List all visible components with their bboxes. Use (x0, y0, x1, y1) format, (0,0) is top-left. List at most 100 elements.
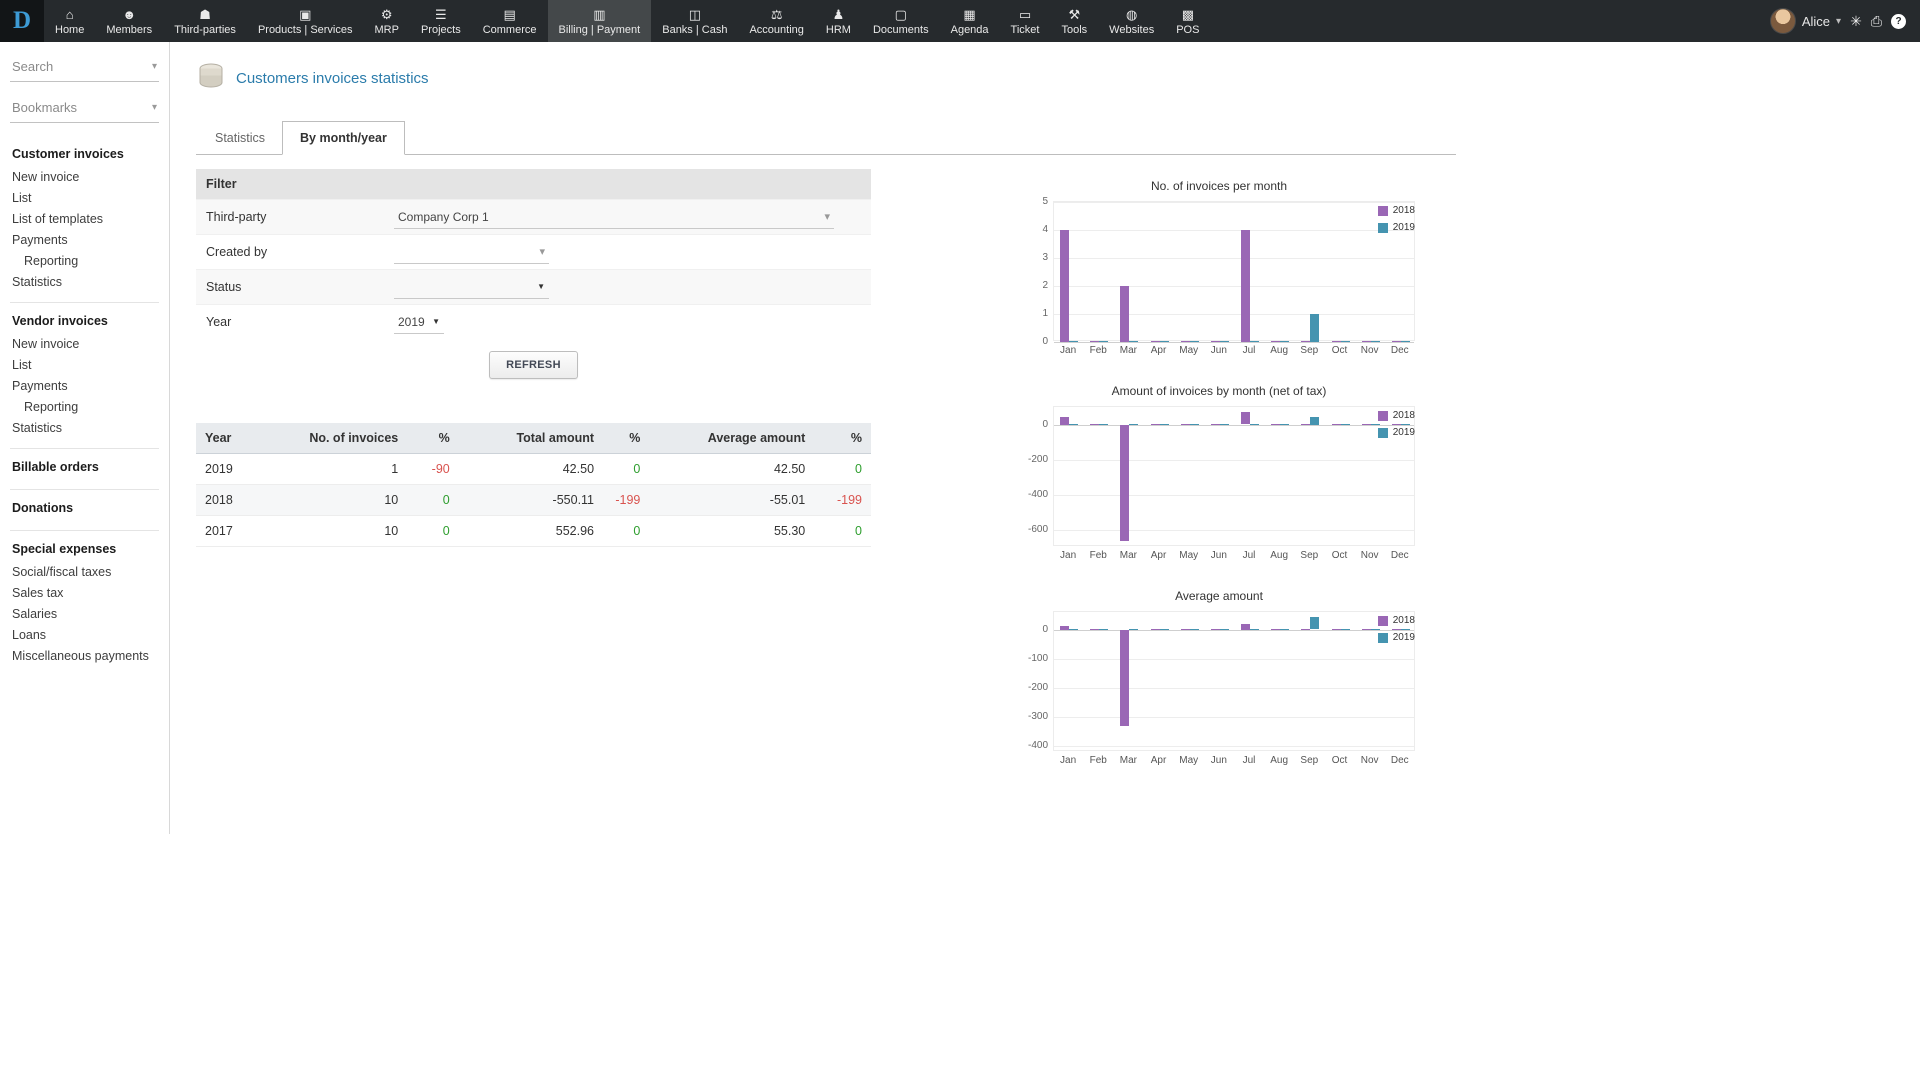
sidebar-item-reporting[interactable]: Reporting (10, 250, 159, 271)
tab-by-month-year[interactable]: By month/year (282, 121, 405, 155)
x-tick-label: Apr (1150, 345, 1167, 356)
bar-2018-jan (1060, 626, 1070, 630)
content-row: Filter Third-party Company Corp 1 ▾ Crea… (196, 169, 1920, 794)
cell-x-2017: 0 (603, 515, 650, 547)
created-by-select[interactable]: ▾ (394, 240, 549, 264)
sidebar-section-vendor-invoices: Vendor invoices New invoice List Payments Re… (10, 302, 159, 448)
gridline (1054, 230, 1414, 231)
left-column: Filter Third-party Company Corp 1 ▾ Crea… (196, 169, 871, 794)
column-header-pct-6[interactable]: % (814, 423, 871, 454)
sidebar-section-title-special-expenses[interactable]: Special expenses (10, 540, 159, 558)
sidebar-section-title-vendor-invoices[interactable]: Vendor invoices (10, 312, 159, 330)
cell-average-amount-2018: -55.01 (649, 484, 815, 516)
nav-item-tools[interactable]: ⚒ Tools (1050, 0, 1098, 42)
sidebar-item-new-invoice[interactable]: New invoice (10, 333, 159, 354)
third-party-select[interactable]: Company Corp 1 ▾ (394, 205, 834, 229)
dolibarr-logo[interactable]: D (0, 0, 44, 42)
bar-2018-aug (1271, 341, 1281, 342)
nav-item-members[interactable]: ☻ Members (95, 0, 163, 42)
bar-2019-jun (1219, 628, 1229, 630)
sidebar-item-new-invoice[interactable]: New invoice (10, 166, 159, 187)
y-tick-label: 0 (1042, 336, 1048, 347)
sidebar-item-statistics[interactable]: Statistics (10, 417, 159, 438)
legend-label: 2018 (1392, 205, 1415, 216)
select-caret-icon: ▼ (432, 317, 440, 326)
topbar: D ⌂ Home ☻ Members ☗ Third-parties ▣ Products |… (0, 0, 1920, 42)
column-header-no-of-invoices[interactable]: No. of invoices (268, 423, 408, 454)
sidebar-item-list-of-templates[interactable]: List of templates (10, 208, 159, 229)
column-header-pct-4[interactable]: % (603, 423, 650, 454)
nav-item-label: HRM (825, 23, 851, 36)
cell-year-2017: 2017 (196, 515, 269, 547)
bar-2018-may (1180, 341, 1190, 342)
legend-2018: 2018 (1377, 205, 1415, 216)
nav-item-commerce[interactable]: ▤ Commerce (472, 0, 548, 42)
bug-icon[interactable]: ✳ (1850, 13, 1862, 30)
members-icon: ☻ (122, 6, 137, 22)
gridline (1054, 202, 1414, 203)
nav-item-documents[interactable]: ▢ Documents (862, 0, 940, 42)
bookmarks-dropdown[interactable]: Bookmarks ▾ (10, 95, 159, 123)
page-title: Customers invoices statistics (236, 70, 429, 87)
sidebar-section-title-donations[interactable]: Donations (10, 499, 159, 517)
help-icon[interactable]: ? (1891, 13, 1906, 29)
sidebar-item-list[interactable]: List (10, 354, 159, 375)
sidebar-section-title-customer-invoices[interactable]: Customer invoices (10, 145, 159, 163)
nav-item-ticket[interactable]: ▭ Ticket (1000, 0, 1051, 42)
sidebar-item-salaries[interactable]: Salaries (10, 603, 159, 624)
nav-item-label: Accounting (749, 23, 804, 36)
search-dropdown[interactable]: Search ▾ (10, 54, 159, 82)
user-menu[interactable]: Alice ▾ (1769, 8, 1841, 34)
y-tick-label: 3 (1042, 252, 1048, 263)
nav-item-hrm[interactable]: ♟ HRM (815, 0, 862, 42)
nav-item-home[interactable]: ⌂ Home (44, 0, 95, 42)
cell-average-amount-2019: 42.50 (649, 453, 815, 485)
column-header-average-amount[interactable]: Average amount (649, 423, 815, 454)
column-header-total-amount[interactable]: Total amount (458, 423, 604, 454)
cell-total-amount-2017: 552.96 (458, 515, 604, 547)
column-header-pct-2[interactable]: % (407, 423, 459, 454)
nav-item-mrp[interactable]: ⚙ MRP (364, 0, 410, 42)
bar-2019-jul (1250, 423, 1260, 425)
column-header-year[interactable]: Year (196, 423, 269, 454)
x-tick-label: Feb (1089, 755, 1107, 766)
tools-icon: ⚒ (1068, 6, 1081, 22)
sidebar-item-payments[interactable]: Payments (10, 229, 159, 250)
bar-2018-oct (1331, 341, 1341, 342)
x-axis-labels: Jan Feb Mar Apr May Jun Jul Aug Sep Oct Nov Dec (1053, 755, 1421, 766)
sidebar-section-title-billable-orders[interactable]: Billable orders (10, 458, 159, 476)
print-icon[interactable]: ⎙ (1871, 13, 1882, 30)
bar-2018-aug (1271, 423, 1281, 425)
sidebar-item-statistics[interactable]: Statistics (10, 271, 159, 292)
sidebar-item-list[interactable]: List (10, 187, 159, 208)
sidebar-item-miscellaneous-payments[interactable]: Miscellaneous payments (10, 645, 159, 666)
bar-2018-mar (1120, 424, 1130, 541)
nav-item-label: Billing | Payment (558, 23, 641, 36)
nav-item-banks-cash[interactable]: ◫ Banks | Cash (651, 0, 738, 42)
chart-average-amount: Average amount 0 -100 -200 -300 -400 Jan Feb Mar… (1017, 589, 1421, 766)
sidebar-item-sales-tax[interactable]: Sales tax (10, 582, 159, 603)
sidebar-item-loans[interactable]: Loans (10, 624, 159, 645)
status-select[interactable]: ▼ (394, 275, 549, 299)
bar-2019-mar (1129, 423, 1139, 425)
sidebar-item-reporting[interactable]: Reporting (10, 396, 159, 417)
nav-item-projects[interactable]: ☰ Projects (410, 0, 472, 42)
x-axis-labels: Jan Feb Mar Apr May Jun Jul Aug Sep Oct Nov Dec (1053, 345, 1421, 356)
x-tick-label: Apr (1150, 755, 1167, 766)
bar-2018-jun (1210, 341, 1220, 342)
sidebar-item-social-fiscal-taxes[interactable]: Social/fiscal taxes (10, 561, 159, 582)
tab-statistics[interactable]: Statistics (198, 122, 282, 154)
nav-item-websites[interactable]: ◍ Websites (1098, 0, 1165, 42)
nav-item-pos[interactable]: ▩ POS (1165, 0, 1210, 42)
sidebar-item-payments[interactable]: Payments (10, 375, 159, 396)
x-tick-label: Mar (1119, 550, 1137, 561)
nav-item-products-services[interactable]: ▣ Products | Services (247, 0, 364, 42)
nav-item-accounting[interactable]: ⚖ Accounting (738, 0, 814, 42)
x-tick-label: May (1179, 550, 1199, 561)
refresh-button[interactable]: REFRESH (489, 351, 578, 379)
nav-item-third-parties[interactable]: ☗ Third-parties (163, 0, 247, 42)
bar-2018-apr (1150, 341, 1160, 342)
nav-item-billing-payment[interactable]: ▥ Billing | Payment (547, 0, 652, 42)
year-select[interactable]: 2019 ▼ (394, 310, 444, 334)
nav-item-agenda[interactable]: ▦ Agenda (940, 0, 1000, 42)
